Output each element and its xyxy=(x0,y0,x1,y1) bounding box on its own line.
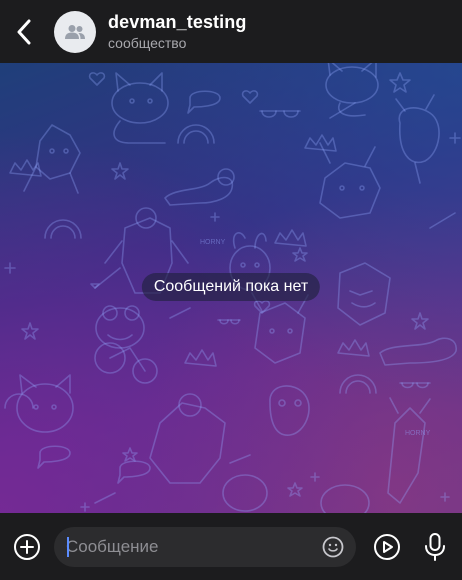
pattern-stamp-1: HORNY xyxy=(200,239,226,246)
emoji-button[interactable] xyxy=(322,536,344,558)
doodle-cat-2 xyxy=(325,63,379,117)
message-input[interactable] xyxy=(54,526,304,567)
voice-message-button[interactable] xyxy=(420,532,450,562)
doodle-girl xyxy=(387,397,431,504)
text-caret xyxy=(67,536,69,557)
avatar[interactable] xyxy=(54,10,96,53)
doodle-muscle-cat xyxy=(149,393,226,484)
doodle-cat-1 xyxy=(111,72,169,144)
play-circle-icon xyxy=(374,533,400,560)
doodle-lying-right xyxy=(379,337,457,366)
community-icon xyxy=(65,24,85,39)
doodle-head-right xyxy=(395,94,440,184)
chat-title-block[interactable]: devman_testing сообщество xyxy=(108,11,246,52)
doodle-dog-2 xyxy=(251,292,309,364)
doodle-mask-face xyxy=(337,262,391,326)
message-input-bar xyxy=(0,513,462,580)
empty-state-label: Сообщений пока нет xyxy=(141,273,321,301)
video-message-button[interactable] xyxy=(372,532,402,562)
doodle-bike xyxy=(94,342,158,384)
doodle-figure-1 xyxy=(23,124,81,194)
message-field[interactable] xyxy=(54,526,356,567)
chat-area: HORNY HORNY Сообщений пока нет xyxy=(0,63,462,513)
chat-header: devman_testing сообщество xyxy=(0,0,462,63)
attach-button[interactable] xyxy=(12,532,42,562)
doodle-head-mid xyxy=(269,385,310,436)
chat-subtitle: сообщество xyxy=(108,35,187,51)
chat-title: devman_testing xyxy=(108,12,247,32)
doodle-lying-figure xyxy=(164,168,235,206)
smile-icon xyxy=(322,536,344,557)
doodle-dog xyxy=(319,142,381,219)
plus-circle-icon xyxy=(14,533,40,560)
microphone-icon xyxy=(425,532,445,561)
pattern-stamp-2: HORNY xyxy=(405,430,431,437)
back-button[interactable] xyxy=(2,0,46,63)
doodle-cat-3 xyxy=(16,374,74,433)
chevron-left-icon xyxy=(17,19,31,44)
doodle-frog xyxy=(95,305,145,349)
